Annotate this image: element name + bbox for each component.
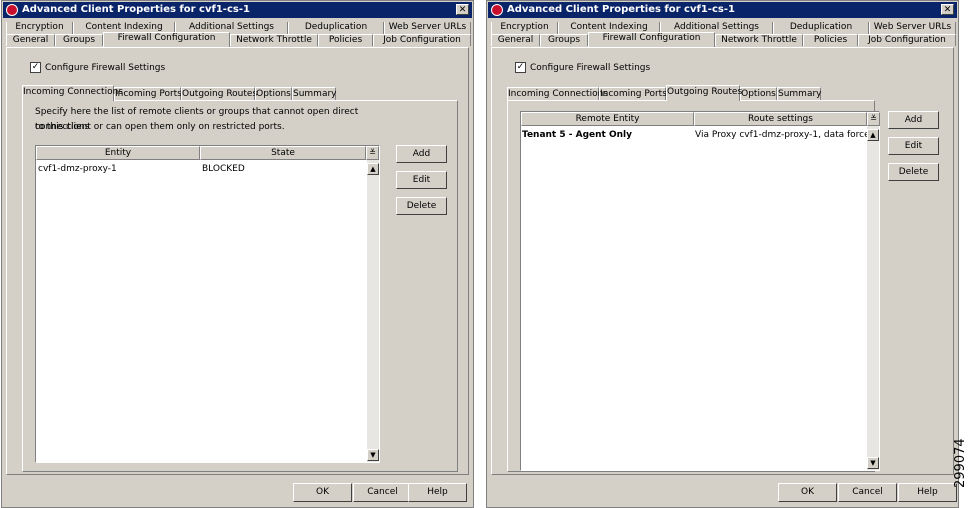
add-button-label: Add — [412, 149, 431, 159]
tab-firewall-configuration[interactable]: Firewall Configuration — [103, 32, 230, 47]
outgoing-routes-list[interactable]: Remote Entity Route settings ≚ Tenant 5 … — [520, 111, 880, 471]
help-button[interactable]: Help — [898, 483, 957, 502]
cancel-button[interactable]: Cancel — [838, 483, 897, 502]
subtab-incoming-ports[interactable]: Incoming Ports — [114, 87, 182, 100]
vertical-scrollbar[interactable]: ▲ ▼ — [867, 126, 879, 470]
tab-policies[interactable]: Policies — [803, 34, 858, 46]
tab-general[interactable]: General — [491, 34, 540, 46]
advanced-client-properties-dialog-right: Advanced Client Properties for cvf1-cs-1… — [486, 0, 959, 508]
tab-web-server-urls[interactable]: Web Server URLs — [384, 22, 471, 34]
edit-button-label: Edit — [904, 141, 923, 151]
configure-firewall-checkbox[interactable]: ✓ Configure Firewall Settings — [515, 62, 650, 74]
tab-groups[interactable]: Groups — [55, 34, 103, 46]
subtab-incoming-ports[interactable]: Incoming Ports — [599, 87, 667, 100]
tab-general[interactable]: General — [6, 34, 55, 46]
app-logo-icon — [491, 4, 503, 16]
add-button[interactable]: Add — [396, 145, 447, 163]
title-bar[interactable]: Advanced Client Properties for cvf1-cs-1… — [488, 2, 957, 18]
delete-button-label: Delete — [406, 201, 437, 211]
subtab-incoming-connections[interactable]: Incoming Connections — [22, 85, 123, 101]
column-header-state[interactable]: State — [200, 146, 366, 160]
scroll-up-icon[interactable]: ▲ — [367, 163, 379, 175]
cell-route-settings: Via Proxy cvf1-dmz-proxy-1, data forced … — [695, 130, 867, 140]
subtab-options[interactable]: Options — [740, 87, 777, 100]
tab-network-throttle[interactable]: Network Throttle — [230, 34, 318, 46]
checkbox-label: Configure Firewall Settings — [530, 63, 651, 73]
column-header-entity[interactable]: Entity — [36, 146, 200, 160]
scroll-down-icon[interactable]: ▼ — [367, 449, 379, 461]
list-header: Remote Entity Route settings ≚ — [521, 112, 880, 126]
configure-firewall-checkbox[interactable]: ✓ Configure Firewall Settings — [30, 62, 165, 74]
window-title: Advanced Client Properties for cvf1-cs-1 — [22, 4, 250, 15]
subtab-summary[interactable]: Summary — [292, 87, 337, 100]
tab-web-server-urls[interactable]: Web Server URLs — [869, 22, 956, 34]
close-button[interactable]: ✕ — [941, 4, 954, 15]
figure-id-text: 299074 — [953, 438, 968, 488]
column-header-remote-entity[interactable]: Remote Entity — [521, 112, 694, 126]
checkbox-check-icon: ✓ — [515, 62, 526, 73]
ok-button[interactable]: OK — [293, 483, 352, 502]
title-bar[interactable]: Advanced Client Properties for cvf1-cs-1… — [3, 2, 472, 18]
tab-deduplication[interactable]: Deduplication — [773, 22, 869, 34]
scroll-down-icon[interactable]: ▼ — [867, 457, 879, 469]
checkbox-check-icon: ✓ — [30, 62, 41, 73]
window-title: Advanced Client Properties for cvf1-cs-1 — [507, 4, 735, 15]
tab-row-bottom: General Groups Firewall Configuration Ne… — [491, 32, 956, 47]
tab-job-configuration[interactable]: Job Configuration — [858, 34, 956, 46]
help-button[interactable]: Help — [408, 483, 467, 502]
vertical-scrollbar[interactable]: ▲ ▼ — [367, 160, 379, 462]
subtab-outgoing-routes[interactable]: Outgoing Routes — [181, 87, 257, 100]
delete-button[interactable]: Delete — [888, 163, 939, 181]
ok-button[interactable]: OK — [778, 483, 837, 502]
tab-firewall-configuration[interactable]: Firewall Configuration — [588, 32, 715, 47]
cell-remote-entity: Tenant 5 - Agent Only — [522, 130, 632, 140]
close-button[interactable]: ✕ — [456, 4, 469, 15]
tab-encryption[interactable]: Encryption — [491, 22, 558, 34]
checkbox-label: Configure Firewall Settings — [45, 63, 166, 73]
subtab-incoming-connections[interactable]: Incoming Connections — [507, 87, 608, 100]
advanced-client-properties-dialog-left: Advanced Client Properties for cvf1-cs-1… — [1, 0, 474, 508]
tab-network-throttle[interactable]: Network Throttle — [715, 34, 803, 46]
tab-groups[interactable]: Groups — [540, 34, 588, 46]
list-row[interactable]: cvf1-dmz-proxy-1 BLOCKED — [36, 163, 367, 175]
tab-deduplication[interactable]: Deduplication — [288, 22, 384, 34]
add-button[interactable]: Add — [888, 111, 939, 129]
tab-job-configuration[interactable]: Job Configuration — [373, 34, 471, 46]
subtab-summary[interactable]: Summary — [777, 87, 822, 100]
cell-entity: cvf1-dmz-proxy-1 — [38, 164, 117, 174]
column-header-route-settings[interactable]: Route settings — [694, 112, 867, 126]
tab-row-top: Encryption Content Indexing Additional S… — [491, 22, 956, 34]
cell-state: BLOCKED — [202, 164, 245, 174]
edit-button[interactable]: Edit — [396, 171, 447, 189]
list-row[interactable]: Tenant 5 - Agent Only Via Proxy cvf1-dmz… — [521, 129, 867, 141]
tab-row-bottom: General Groups Firewall Configuration Ne… — [6, 32, 471, 47]
delete-button-label: Delete — [898, 167, 929, 177]
subtab-options[interactable]: Options — [255, 87, 292, 100]
edit-button-label: Edit — [412, 175, 431, 185]
tab-encryption[interactable]: Encryption — [6, 22, 73, 34]
edit-button[interactable]: Edit — [888, 137, 939, 155]
list-header: Entity State ≚ — [36, 146, 379, 160]
delete-button[interactable]: Delete — [396, 197, 447, 215]
tab-policies[interactable]: Policies — [318, 34, 373, 46]
incoming-connections-list[interactable]: Entity State ≚ cvf1-dmz-proxy-1 BLOCKED … — [35, 145, 380, 463]
scroll-up-icon[interactable]: ▲ — [867, 129, 879, 141]
column-chooser-icon[interactable]: ≚ — [366, 146, 379, 160]
column-chooser-icon[interactable]: ≚ — [867, 112, 880, 126]
subtab-outgoing-routes[interactable]: Outgoing Routes — [666, 85, 742, 101]
description-line-2: to this client or can open them only on … — [35, 122, 285, 132]
add-button-label: Add — [904, 115, 923, 125]
app-logo-icon — [6, 4, 18, 16]
cancel-button[interactable]: Cancel — [353, 483, 412, 502]
tab-row-top: Encryption Content Indexing Additional S… — [6, 22, 471, 34]
